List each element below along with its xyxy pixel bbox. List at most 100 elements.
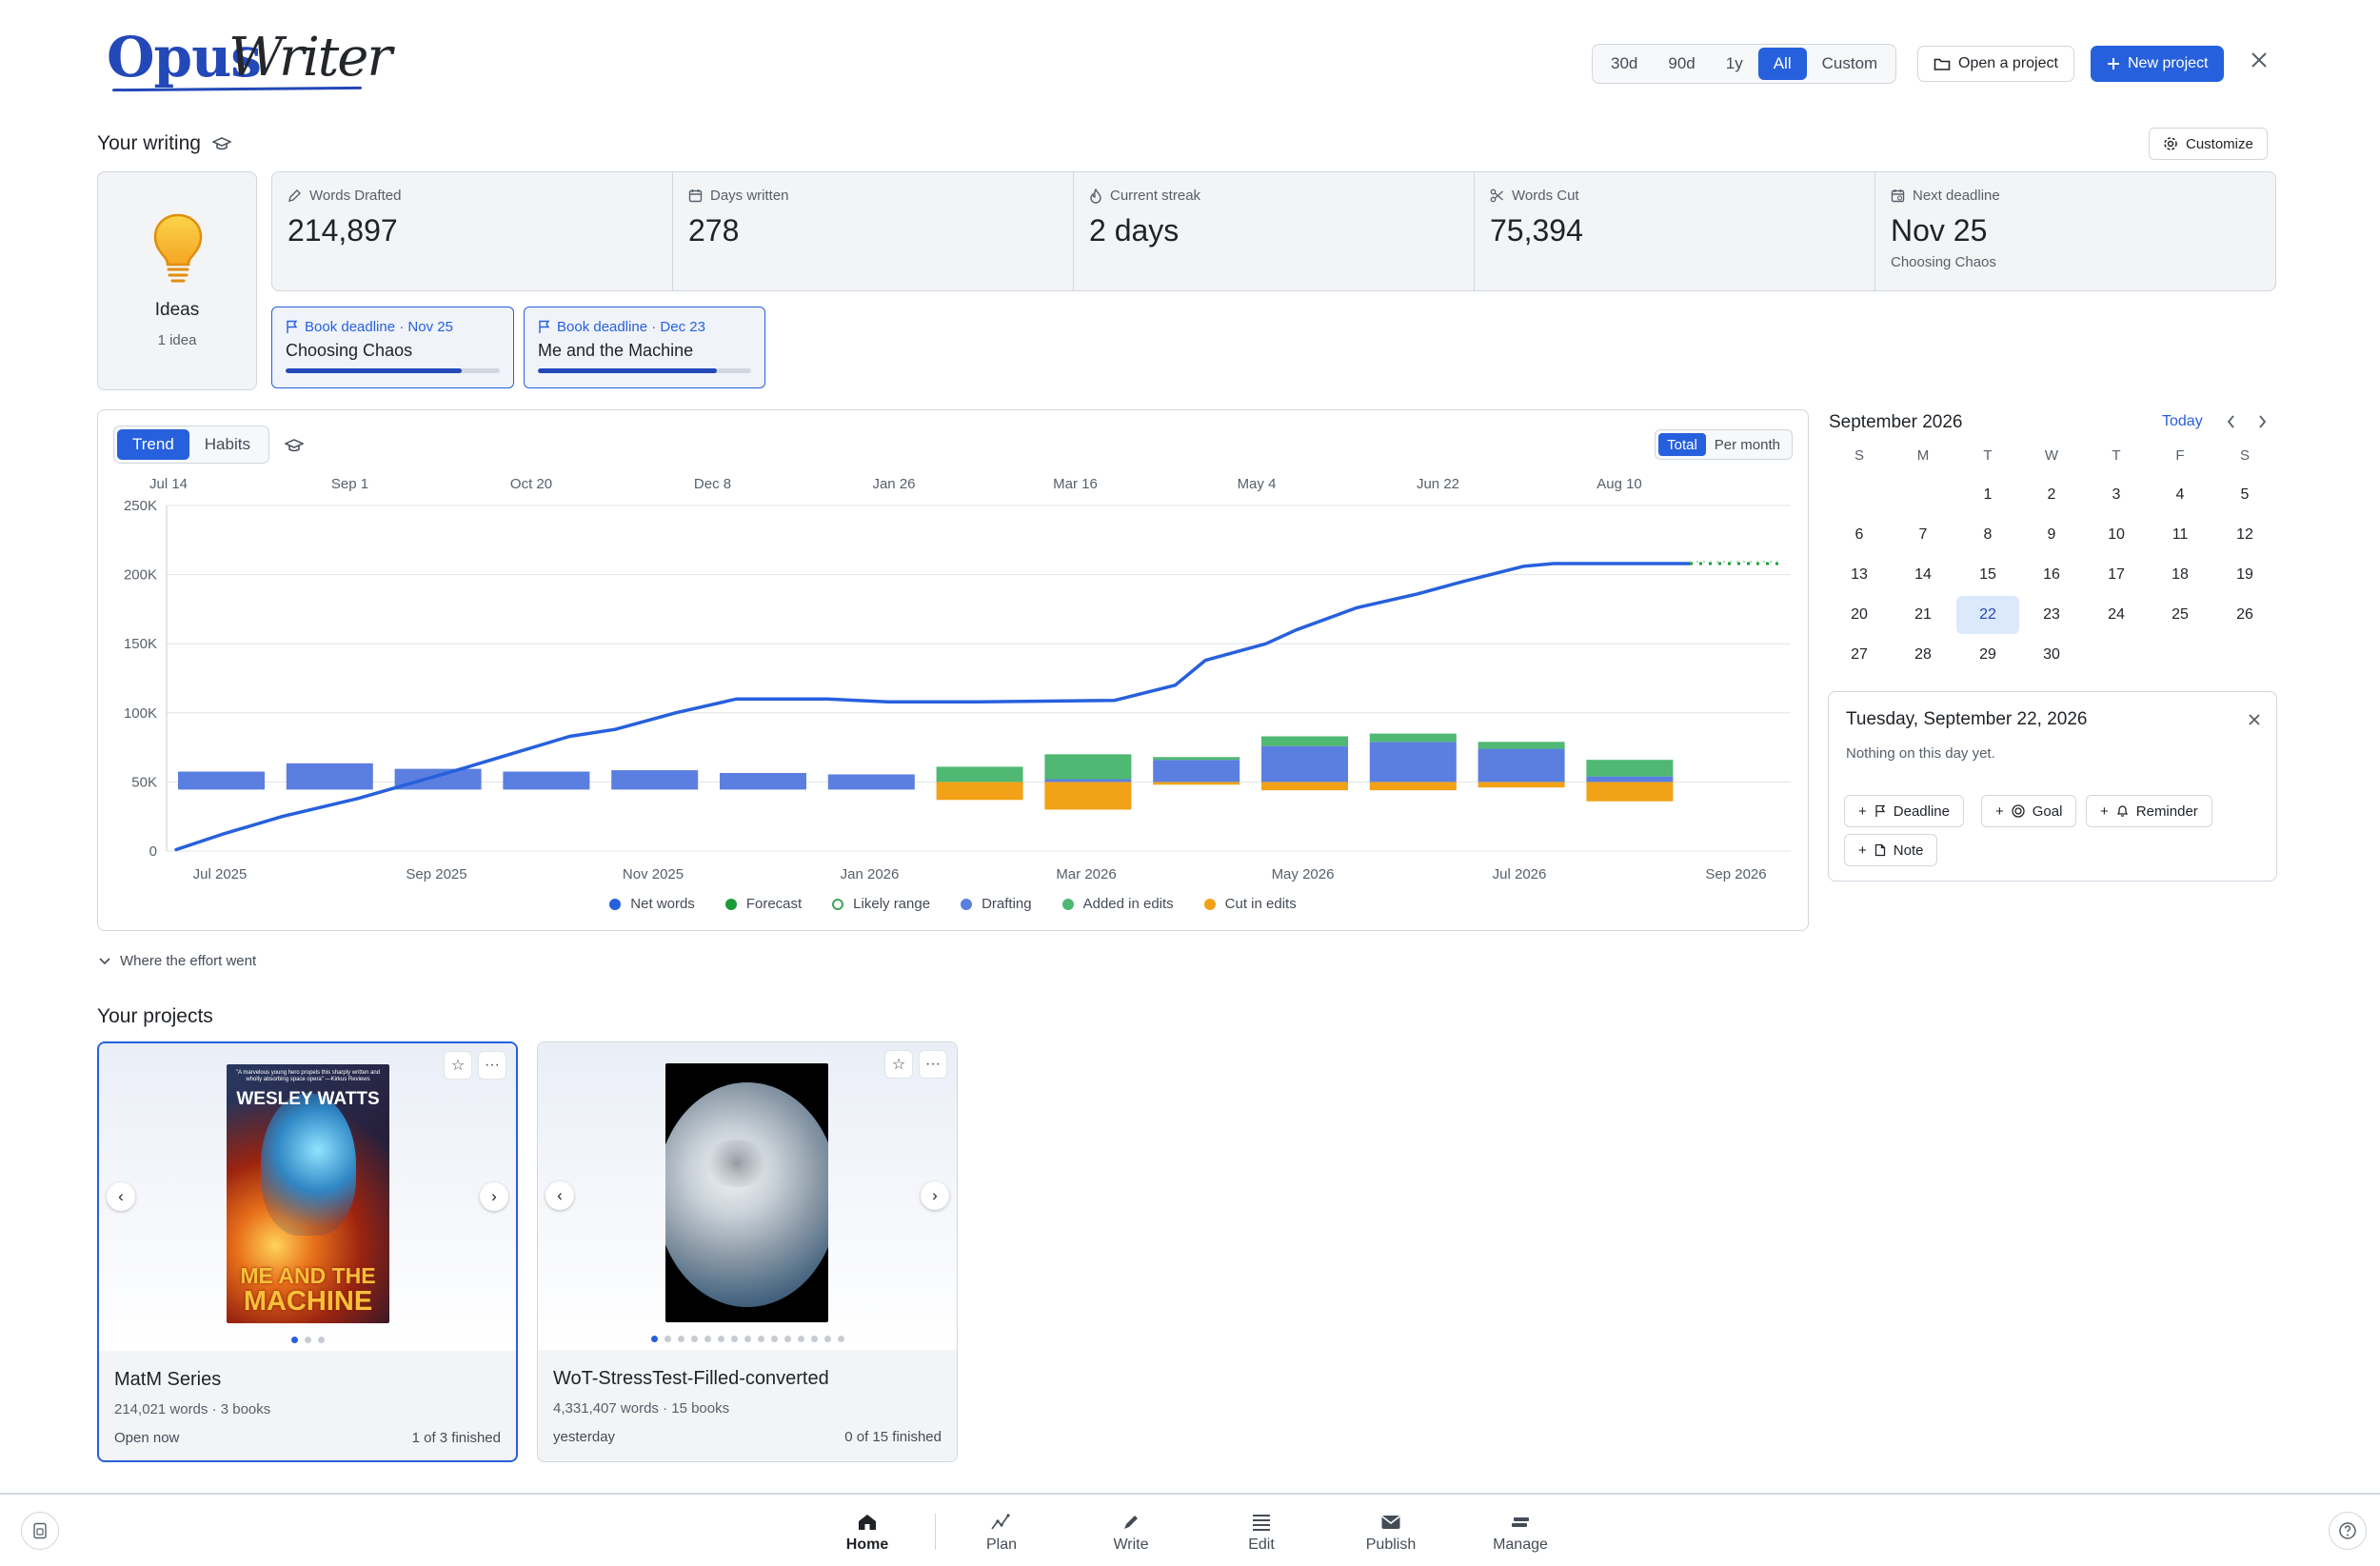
calendar-day[interactable]: 10 (2085, 516, 2148, 554)
calendar-day[interactable]: 24 (2085, 596, 2148, 634)
deadline-card-me-and-the-machine[interactable]: Book deadline · Dec 23 Me and the Machin… (524, 307, 765, 388)
add-goal-chip[interactable]: + Goal (1981, 795, 2077, 827)
nav-write[interactable]: Write (1079, 1508, 1183, 1554)
pagination-dot[interactable] (650, 1336, 658, 1342)
star-icon[interactable]: ☆ (884, 1050, 913, 1079)
pagination-dot[interactable] (837, 1336, 844, 1342)
more-icon[interactable]: ··· (478, 1051, 506, 1080)
legend-item[interactable]: Drafting (961, 896, 1032, 912)
chevron-right-icon[interactable]: › (921, 1181, 949, 1210)
project-card-matm-series[interactable]: "A marvelous young hero propels this sha… (97, 1041, 518, 1462)
tab-trend[interactable]: Trend (117, 429, 189, 460)
graduation-cap-icon[interactable] (211, 136, 231, 151)
calendar-day[interactable]: 2 (2020, 476, 2083, 514)
pagination-dot[interactable] (664, 1336, 671, 1342)
calendar-day[interactable]: 3 (2085, 476, 2148, 514)
calendar-day[interactable]: 18 (2149, 556, 2211, 594)
legend-item[interactable]: Likely range (832, 896, 930, 912)
add-deadline-chip[interactable]: + Deadline (1844, 795, 1964, 827)
legend-item[interactable]: Added in edits (1061, 896, 1174, 912)
more-icon[interactable]: ··· (919, 1050, 947, 1079)
calendar-day[interactable]: 15 (1956, 556, 2019, 594)
open-project-button[interactable]: Open a project (1917, 46, 2074, 82)
star-icon[interactable]: ☆ (444, 1051, 472, 1080)
calendar-day[interactable]: 17 (2085, 556, 2148, 594)
calendar-day[interactable]: 27 (1828, 636, 1891, 674)
range-30d[interactable]: 30d (1596, 48, 1653, 80)
calendar-day[interactable]: 9 (2020, 516, 2083, 554)
range-custom[interactable]: Custom (1807, 48, 1894, 80)
add-note-chip[interactable]: + Note (1844, 834, 1938, 866)
deadline-card-choosing-chaos[interactable]: Book deadline · Nov 25 Choosing Chaos (271, 307, 514, 388)
chevron-left-icon[interactable] (2219, 409, 2242, 434)
range-90d[interactable]: 90d (1653, 48, 1710, 80)
calendar-day[interactable]: 14 (1892, 556, 1954, 594)
calendar-day[interactable]: 13 (1828, 556, 1891, 594)
new-project-button[interactable]: New project (2091, 46, 2225, 82)
nav-manage[interactable]: Manage (1468, 1508, 1573, 1554)
calendar-day[interactable]: 28 (1892, 636, 1954, 674)
range-all[interactable]: All (1757, 48, 1807, 80)
pagination-dot[interactable] (810, 1336, 818, 1342)
legend-item[interactable]: Cut in edits (1203, 896, 1297, 912)
ideas-card[interactable]: Ideas 1 idea (97, 171, 257, 390)
pagination-dot[interactable] (717, 1336, 724, 1342)
calendar-day[interactable]: 6 (1828, 516, 1891, 554)
app-logo[interactable]: Opus Writer (107, 25, 392, 93)
pagination-dot[interactable] (770, 1336, 778, 1342)
mode-total[interactable]: Total (1658, 433, 1706, 456)
tab-habits[interactable]: Habits (189, 429, 266, 460)
help-icon[interactable] (2329, 1512, 2367, 1550)
close-icon[interactable] (2245, 46, 2273, 74)
calendar-day[interactable]: 5 (2213, 476, 2276, 514)
pagination-dot[interactable] (677, 1336, 684, 1342)
add-reminder-chip[interactable]: + Reminder (2086, 795, 2212, 827)
calendar-day[interactable]: 4 (2149, 476, 2211, 514)
chevron-left-icon[interactable]: ‹ (107, 1182, 135, 1211)
journal-icon[interactable] (21, 1512, 59, 1550)
calendar-day[interactable]: 16 (2020, 556, 2083, 594)
range-1y[interactable]: 1y (1711, 48, 1758, 80)
nav-plan[interactable]: Plan (949, 1508, 1054, 1554)
calendar-day[interactable]: 11 (2149, 516, 2211, 554)
mode-per-month[interactable]: Per month (1706, 433, 1789, 456)
calendar-day[interactable]: 26 (2213, 596, 2276, 634)
effort-toggle[interactable]: Where the effort went (99, 953, 256, 969)
pagination-dot[interactable] (757, 1336, 764, 1342)
pagination-dot[interactable] (704, 1336, 711, 1342)
calendar-day[interactable]: 19 (2213, 556, 2276, 594)
pagination-dot[interactable] (730, 1336, 738, 1342)
nav-edit[interactable]: Edit (1209, 1508, 1314, 1554)
calendar-day[interactable]: 30 (2020, 636, 2083, 674)
trend-chart[interactable]: 0 50K 100K 150K 200K 250K Jul 14 Sep 1 Oct 20 Dec… (98, 467, 1808, 886)
chevron-right-icon[interactable]: › (480, 1182, 508, 1211)
calendar-day[interactable]: 1 (1956, 476, 2019, 514)
project-card-wot-stresstest[interactable]: ‹ › ☆ ··· WoT-StressTest-Filled-converte… (537, 1041, 958, 1462)
calendar-day[interactable]: 22 (1956, 596, 2019, 634)
pagination-dot[interactable] (744, 1336, 751, 1342)
pagination-dot[interactable] (783, 1336, 791, 1342)
nav-home[interactable]: Home (815, 1508, 920, 1554)
today-button[interactable]: Today (2162, 413, 2203, 430)
graduation-cap-icon[interactable] (285, 438, 304, 453)
nav-publish[interactable]: Publish (1339, 1508, 1443, 1554)
calendar-day[interactable]: 21 (1892, 596, 1954, 634)
calendar-day[interactable]: 29 (1956, 636, 2019, 674)
pagination-dot[interactable] (317, 1337, 325, 1343)
calendar-day[interactable]: 8 (1956, 516, 2019, 554)
pagination-dot[interactable] (797, 1336, 804, 1342)
pagination-dot[interactable] (290, 1337, 298, 1343)
calendar-day[interactable]: 12 (2213, 516, 2276, 554)
legend-item[interactable]: Net words (609, 896, 695, 912)
close-icon[interactable] (2248, 707, 2261, 732)
calendar-day[interactable]: 20 (1828, 596, 1891, 634)
pagination-dot[interactable] (690, 1336, 698, 1342)
calendar-day[interactable]: 7 (1892, 516, 1954, 554)
legend-item[interactable]: Forecast (724, 896, 802, 912)
customize-button[interactable]: Customize (2149, 128, 2268, 160)
chevron-left-icon[interactable]: ‹ (545, 1181, 574, 1210)
chevron-right-icon[interactable] (2251, 409, 2273, 434)
pagination-dot[interactable] (304, 1337, 311, 1343)
pagination-dot[interactable] (823, 1336, 831, 1342)
calendar-day[interactable]: 25 (2149, 596, 2211, 634)
